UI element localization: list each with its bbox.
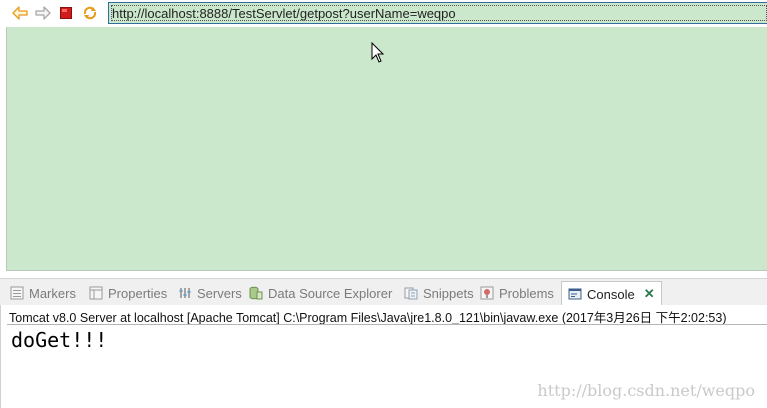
divider: [7, 324, 767, 325]
servers-icon: [179, 288, 191, 298]
tab-label: Data Source Explorer: [268, 285, 393, 301]
tab-console[interactable]: Console ✕: [561, 281, 662, 306]
tab-label: Problems: [499, 285, 554, 301]
problems-icon: [480, 286, 494, 300]
mouse-cursor-icon: [371, 42, 385, 63]
browser-content[interactable]: [6, 27, 767, 271]
divider: [0, 271, 767, 278]
watermark: http://blog.csdn.net/weqpo: [537, 381, 755, 400]
stop-button[interactable]: [56, 3, 76, 23]
tab-label: Console: [587, 286, 635, 302]
refresh-button[interactable]: [80, 3, 100, 23]
refresh-icon: [83, 6, 97, 20]
properties-icon: [89, 286, 103, 300]
arrow-right-icon: [35, 6, 51, 20]
tab-problems[interactable]: Problems: [474, 281, 560, 305]
data-source-icon: [249, 286, 263, 300]
tab-properties[interactable]: Properties: [83, 281, 173, 305]
tab-label: Properties: [108, 285, 168, 301]
tab-data-source-explorer[interactable]: Data Source Explorer: [243, 281, 398, 305]
console-view[interactable]: Tomcat v8.0 Server at localhost [Apache …: [0, 305, 767, 408]
forward-button[interactable]: [33, 3, 53, 23]
tab-snippets[interactable]: Snippets: [398, 281, 480, 305]
browser-toolbar: [0, 0, 767, 26]
console-output: doGet!!!: [11, 328, 108, 352]
close-icon[interactable]: ✕: [644, 286, 655, 302]
console-icon: [568, 288, 582, 300]
tab-markers[interactable]: Markers: [4, 281, 82, 305]
tab-servers[interactable]: Servers: [172, 281, 248, 305]
tab-label: Snippets: [423, 285, 474, 301]
tab-label: Markers: [29, 285, 76, 301]
arrow-left-icon: [12, 6, 28, 20]
snippets-icon: [404, 287, 418, 300]
markers-icon: [10, 286, 24, 300]
tab-label: Servers: [197, 285, 242, 301]
url-input[interactable]: [109, 3, 767, 23]
stop-icon: [60, 7, 72, 19]
address-bar: [108, 2, 767, 24]
view-tab-bar: Markers Properties Servers Data Source E…: [0, 278, 767, 306]
back-button[interactable]: [10, 3, 30, 23]
